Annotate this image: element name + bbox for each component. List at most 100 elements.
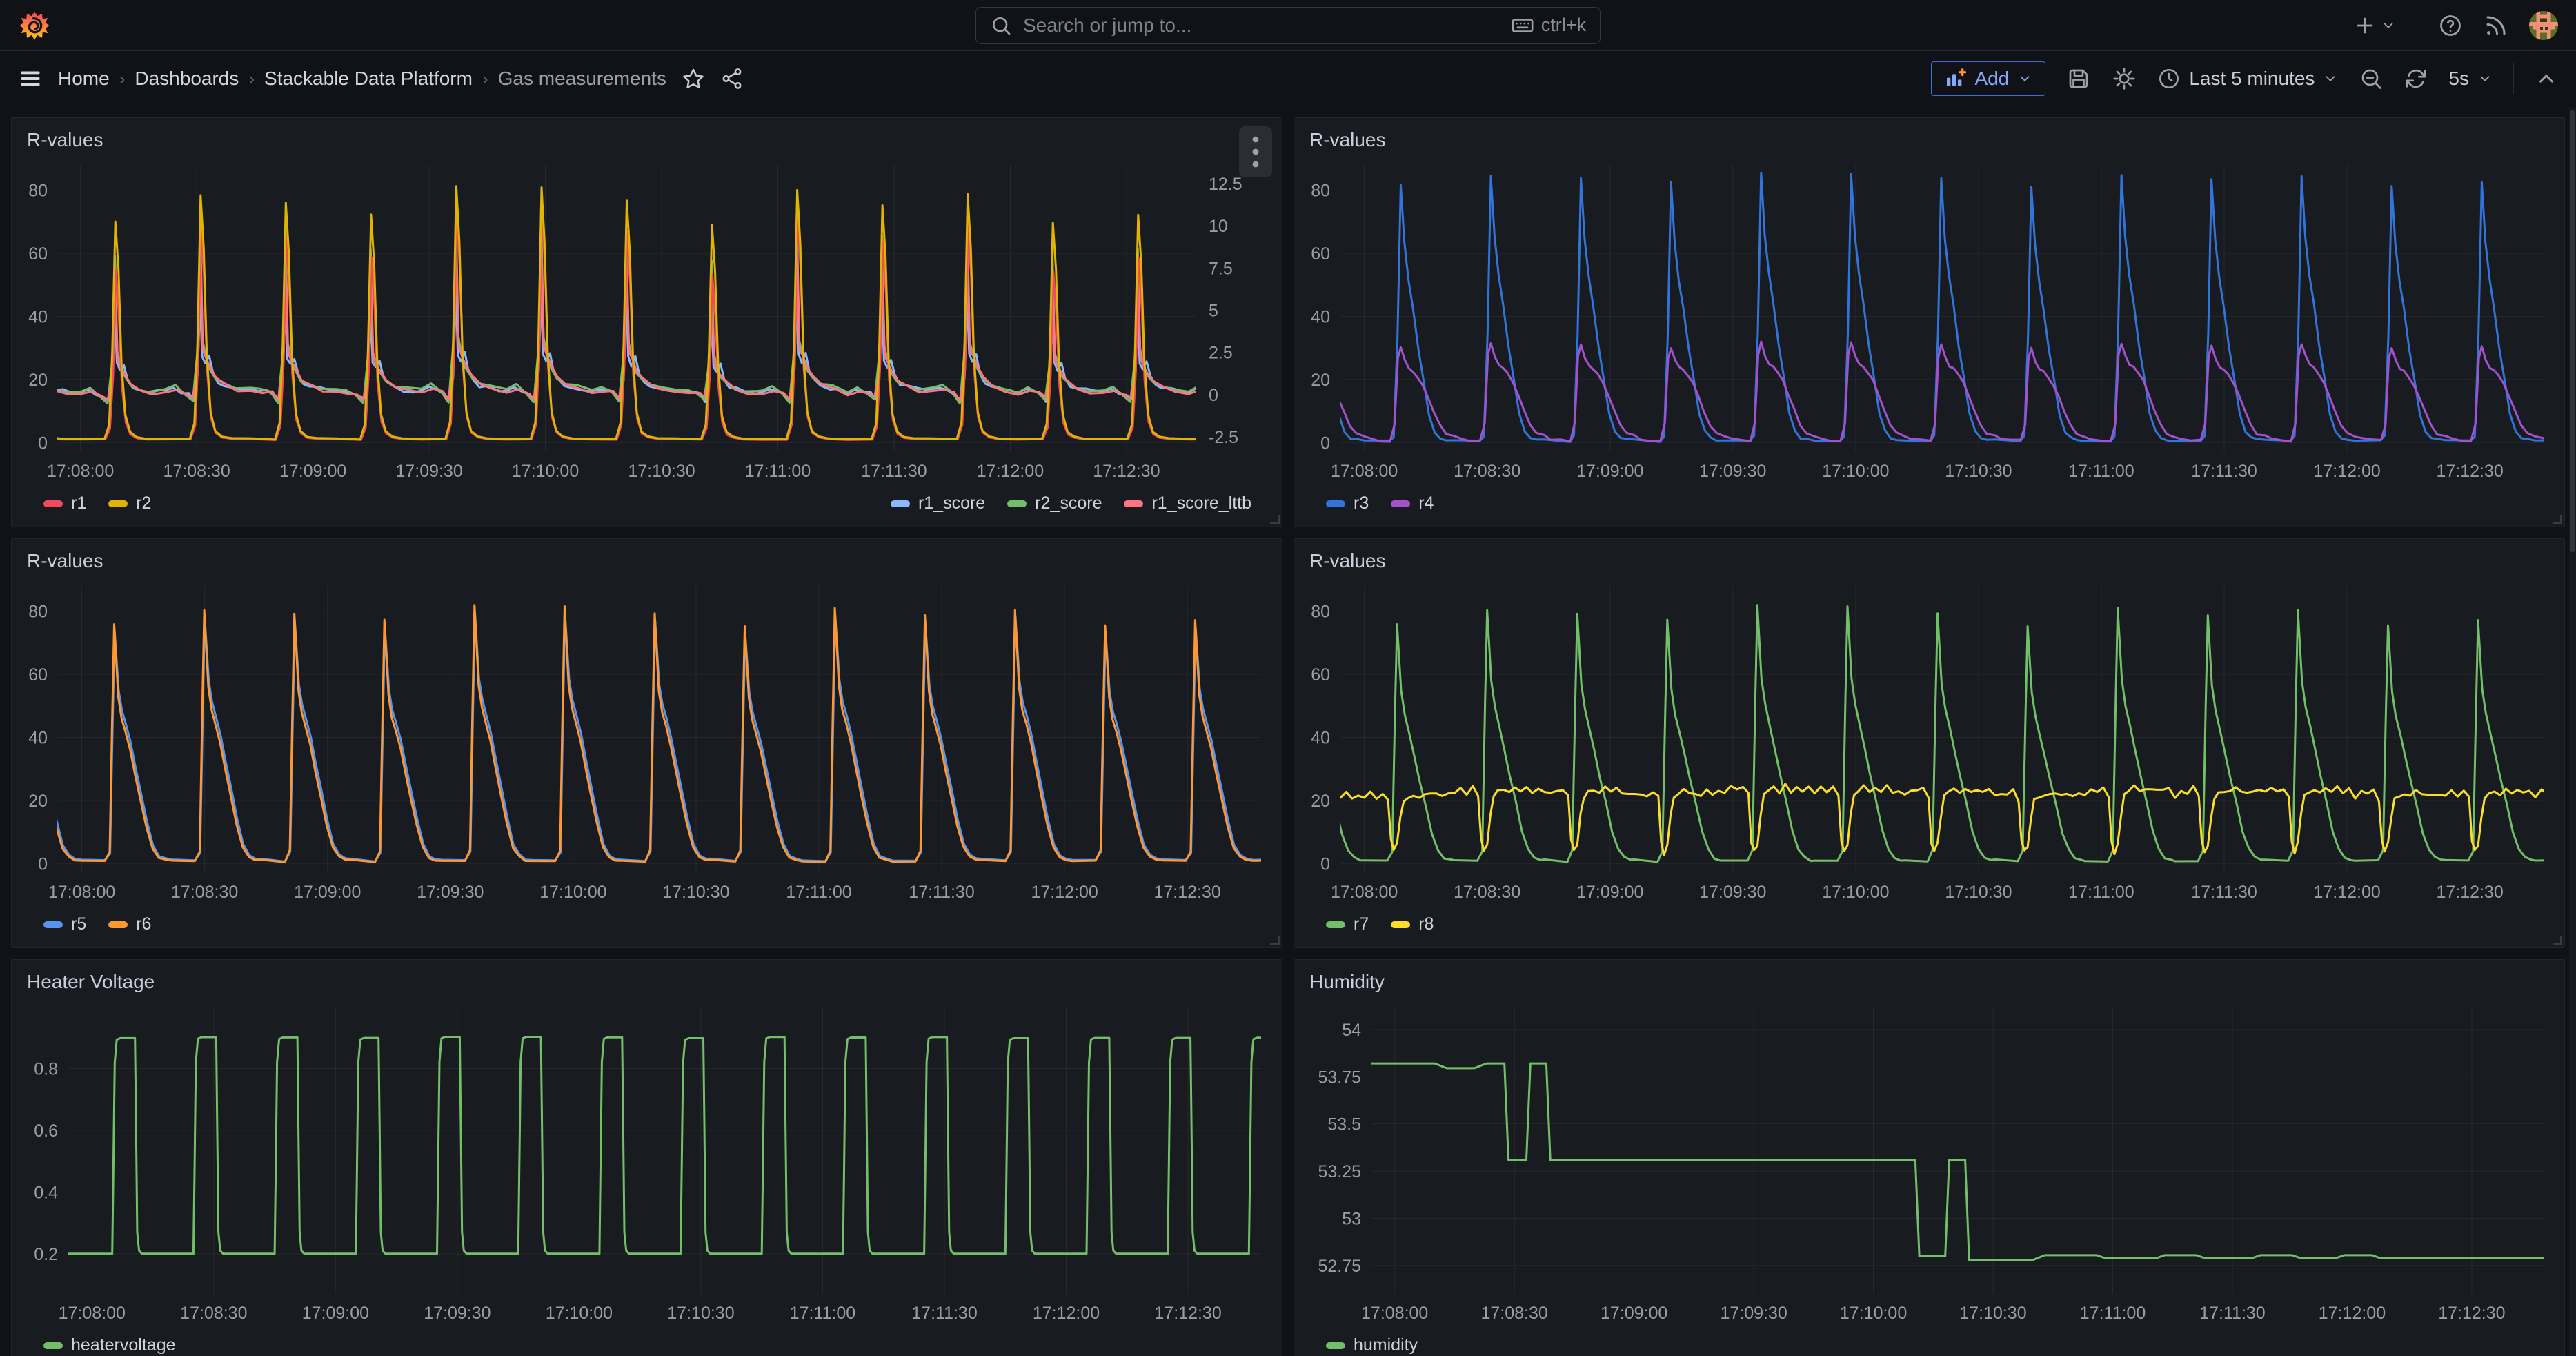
- x-axis-tick-label: 17:08:00: [59, 1304, 126, 1323]
- x-axis-tick-label: 17:11:00: [2068, 462, 2134, 481]
- user-avatar[interactable]: [2529, 11, 2558, 40]
- chart-svg-r-values-1[interactable]: 17:08:0017:08:3017:09:0017:09:3017:10:00…: [12, 154, 1282, 487]
- plot-area[interactable]: [1294, 173, 2564, 442]
- x-axis-tick-label: 17:11:00: [786, 883, 851, 902]
- top-nav-bar: Search or jump to... ctrl+k: [0, 0, 2576, 51]
- panel-legend: heatervoltage: [12, 1328, 1282, 1356]
- chart-area-humidity[interactable]: 17:08:0017:08:3017:09:0017:09:3017:10:00…: [1294, 996, 2564, 1328]
- legend-item-r6[interactable]: r6: [108, 914, 151, 934]
- legend-item-r5[interactable]: r5: [43, 914, 86, 934]
- mega-menu-icon[interactable]: [18, 66, 43, 91]
- plot-area[interactable]: [12, 1037, 1282, 1254]
- panel-title[interactable]: R-values: [27, 550, 103, 572]
- scrollbar-track[interactable]: [2569, 108, 2576, 1356]
- collapse-toolbar-chevron-up-icon[interactable]: [2535, 67, 2558, 90]
- legend-item-r1_score_lttb[interactable]: r1_score_lttb: [1124, 493, 1251, 513]
- breadcrumb-folder[interactable]: Stackable Data Platform: [264, 68, 473, 90]
- chevron-down-icon: [2323, 71, 2338, 86]
- y-axis-tick-label: 0.6: [34, 1121, 58, 1141]
- panel-title[interactable]: R-values: [1309, 550, 1385, 572]
- legend-item-heatervoltage[interactable]: heatervoltage: [43, 1335, 176, 1355]
- plot-area[interactable]: [1371, 1063, 2544, 1260]
- settings-gear-icon[interactable]: [2112, 66, 2137, 91]
- plot-area[interactable]: [12, 605, 1282, 863]
- x-axis-tick-label: 17:11:30: [861, 462, 927, 481]
- keyboard-icon: [1511, 14, 1534, 37]
- y-axis-tick-label: 52.75: [1318, 1257, 1361, 1276]
- legend-group-left: r7 r8: [1326, 914, 1434, 934]
- plot-area[interactable]: [12, 186, 1282, 440]
- x-axis-tick-label: 17:09:30: [395, 462, 462, 481]
- panel-title[interactable]: R-values: [1309, 129, 1385, 151]
- panel-heater-voltage: Heater Voltage 17:08:0017:08:3017:09:0017…: [11, 959, 1282, 1356]
- refresh-icon[interactable]: [2404, 67, 2428, 90]
- chevron-down-icon: [2017, 71, 2032, 86]
- panel-title[interactable]: Heater Voltage: [27, 971, 155, 993]
- x-axis-tick-label: 17:10:30: [662, 883, 729, 902]
- series-line-r6: [12, 605, 1282, 863]
- panel-resize-handle[interactable]: [1270, 515, 1280, 524]
- chart-svg-r-values-4[interactable]: 17:08:0017:08:3017:09:0017:09:3017:10:00…: [1294, 575, 2564, 907]
- y-axis-tick-label: 0.8: [34, 1059, 58, 1079]
- save-dashboard-icon[interactable]: [2066, 66, 2091, 91]
- x-axis-tick-label: 17:10:00: [539, 883, 606, 902]
- breadcrumb-dashboards[interactable]: Dashboards: [135, 68, 239, 90]
- chart-svg-r-values-3[interactable]: 17:08:0017:08:3017:09:0017:09:3017:10:00…: [12, 575, 1282, 907]
- dashboard-panel-grid: R-values 17:08:0017:08:3017:09:0017:09:30…: [0, 106, 2576, 1356]
- x-axis-tick-label: 17:12:00: [1033, 1304, 1100, 1323]
- chart-area-r-values-1[interactable]: 17:08:0017:08:3017:09:0017:09:3017:10:00…: [12, 154, 1282, 487]
- legend-label: r6: [136, 914, 151, 934]
- legend-item-r2[interactable]: r2: [108, 493, 151, 513]
- chart-svg-heater-voltage[interactable]: 17:08:0017:08:3017:09:0017:09:3017:10:00…: [12, 996, 1282, 1328]
- legend-swatch: [1326, 1342, 1345, 1349]
- x-axis-tick-label: 17:11:30: [2199, 1304, 2265, 1323]
- x-axis-tick-label: 17:08:00: [1331, 462, 1398, 481]
- breadcrumb-home[interactable]: Home: [58, 68, 110, 90]
- y-axis-tick-label: 20: [1311, 371, 1330, 390]
- x-axis-tick-label: 17:09:00: [279, 462, 346, 481]
- legend-item-r1_score[interactable]: r1_score: [891, 493, 985, 513]
- favorite-star-icon[interactable]: [682, 67, 705, 90]
- legend-item-r4[interactable]: r4: [1391, 493, 1434, 513]
- panel-resize-handle[interactable]: [2553, 515, 2562, 524]
- chart-svg-humidity[interactable]: 17:08:0017:08:3017:09:0017:09:3017:10:00…: [1294, 996, 2564, 1328]
- legend-item-r3[interactable]: r3: [1326, 493, 1369, 513]
- help-icon[interactable]: [2438, 13, 2463, 38]
- plot-area[interactable]: [1294, 605, 2564, 862]
- panel-title[interactable]: R-values: [27, 129, 103, 151]
- panel-legend: r5 r6: [12, 907, 1282, 947]
- x-axis-tick-label: 17:10:30: [1945, 883, 2012, 902]
- global-search-input[interactable]: Search or jump to... ctrl+k: [975, 7, 1601, 44]
- panel-resize-handle[interactable]: [1270, 936, 1280, 945]
- legend-swatch: [1391, 500, 1410, 507]
- time-range-picker[interactable]: Last 5 minutes: [2157, 67, 2338, 90]
- legend-item-r7[interactable]: r7: [1326, 914, 1369, 934]
- chart-area-heater-voltage[interactable]: 17:08:0017:08:3017:09:0017:09:3017:10:00…: [12, 996, 1282, 1328]
- legend-item-humidity[interactable]: humidity: [1326, 1335, 1418, 1355]
- panel-resize-handle[interactable]: [2553, 936, 2562, 945]
- x-axis-tick-label: 17:10:00: [1840, 1304, 1907, 1323]
- news-rss-icon[interactable]: [2484, 13, 2508, 38]
- panel-r-values-4: R-values 17:08:0017:08:3017:09:0017:09:30…: [1294, 538, 2565, 948]
- y-axis-tick-label: 80: [28, 181, 48, 201]
- legend-item-r2_score[interactable]: r2_score: [1007, 493, 1102, 513]
- x-axis-tick-label: 17:12:00: [977, 462, 1044, 481]
- refresh-interval-picker[interactable]: 5s: [2448, 68, 2493, 90]
- y-axis-right-tick-label: 2.5: [1209, 344, 1233, 363]
- panel-title[interactable]: Humidity: [1309, 971, 1385, 993]
- new-item-button[interactable]: [2353, 14, 2396, 37]
- add-panel-button[interactable]: Add: [1931, 61, 2045, 96]
- y-axis-tick-label: 60: [1311, 244, 1330, 264]
- share-icon[interactable]: [720, 67, 744, 90]
- legend-item-r1[interactable]: r1: [43, 493, 86, 513]
- chart-area-r-values-4[interactable]: 17:08:0017:08:3017:09:0017:09:3017:10:00…: [1294, 575, 2564, 907]
- x-axis-tick-label: 17:11:00: [790, 1304, 855, 1323]
- grafana-logo[interactable]: [19, 10, 50, 41]
- legend-item-r8[interactable]: r8: [1391, 914, 1434, 934]
- chart-area-r-values-2[interactable]: 17:08:0017:08:3017:09:0017:09:3017:10:00…: [1294, 154, 2564, 487]
- scrollbar-thumb[interactable]: [2570, 110, 2575, 552]
- zoom-out-icon[interactable]: [2359, 66, 2384, 91]
- chart-area-r-values-3[interactable]: 17:08:0017:08:3017:09:0017:09:3017:10:00…: [12, 575, 1282, 907]
- legend-label: r2_score: [1035, 493, 1102, 513]
- chart-svg-r-values-2[interactable]: 17:08:0017:08:3017:09:0017:09:3017:10:00…: [1294, 154, 2564, 487]
